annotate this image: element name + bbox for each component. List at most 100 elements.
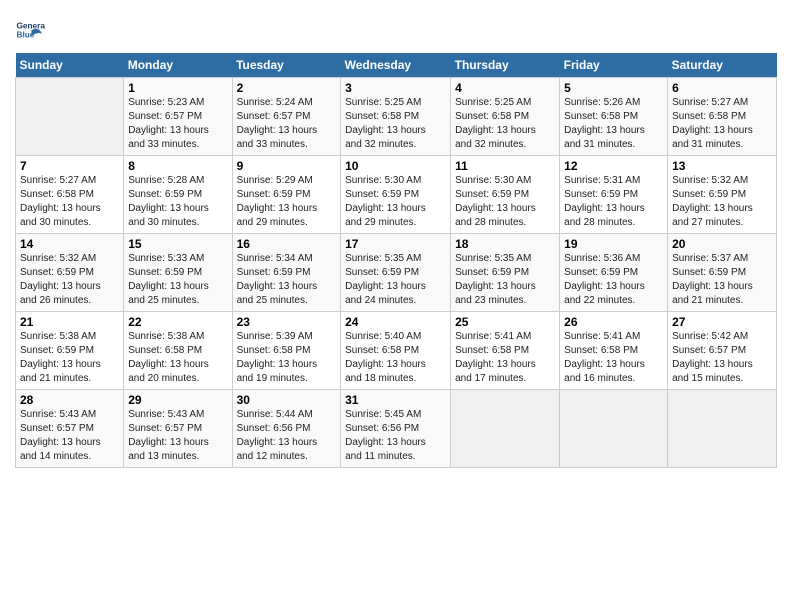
day-number: 23 (237, 315, 337, 329)
day-info: Sunrise: 5:35 AM Sunset: 6:59 PM Dayligh… (345, 253, 426, 306)
day-cell: 24Sunrise: 5:40 AM Sunset: 6:58 PM Dayli… (341, 312, 451, 390)
main-container: General Blue SundayMondayTuesdayWednesda… (0, 0, 792, 478)
day-cell: 5 Sunrise: 5:26 AM Sunset: 6:58 PM Daylig… (560, 78, 668, 156)
svg-text:Blue: Blue (17, 31, 35, 40)
day-cell: 14 Sunrise: 5:32 AM Sunset: 6:59 PM Dayli… (16, 234, 124, 312)
day-number: 5 (564, 81, 663, 95)
day-info: Sunrise: 5:43 AM Sunset: 6:57 PM Dayligh… (20, 409, 101, 462)
day-cell: 9Sunrise: 5:29 AM Sunset: 6:59 PM Daylig… (232, 156, 341, 234)
day-number: 21 (20, 315, 119, 329)
day-cell: 16Sunrise: 5:34 AM Sunset: 6:59 PM Dayli… (232, 234, 341, 312)
day-info: Sunrise: 5:28 AM Sunset: 6:59 PM Dayligh… (128, 175, 209, 228)
day-cell: 2 Sunrise: 5:24 AM Sunset: 6:57 PM Daylig… (232, 78, 341, 156)
day-cell: 15Sunrise: 5:33 AM Sunset: 6:59 PM Dayli… (124, 234, 232, 312)
day-cell: 19Sunrise: 5:36 AM Sunset: 6:59 PM Dayli… (560, 234, 668, 312)
day-info: Sunrise: 5:24 AM Sunset: 6:57 PM Dayligh… (237, 97, 318, 150)
day-number: 16 (237, 237, 337, 251)
day-number: 3 (345, 81, 446, 95)
day-cell: 22Sunrise: 5:38 AM Sunset: 6:58 PM Dayli… (124, 312, 232, 390)
day-cell: 8 Sunrise: 5:28 AM Sunset: 6:59 PM Daylig… (124, 156, 232, 234)
day-cell (451, 390, 560, 468)
header-cell-sunday: Sunday (16, 53, 124, 78)
logo-icon: General Blue (15, 15, 45, 45)
day-number: 4 (455, 81, 555, 95)
day-info: Sunrise: 5:25 AM Sunset: 6:58 PM Dayligh… (345, 97, 426, 150)
day-info: Sunrise: 5:40 AM Sunset: 6:58 PM Dayligh… (345, 331, 426, 384)
day-info: Sunrise: 5:30 AM Sunset: 6:59 PM Dayligh… (345, 175, 426, 228)
svg-text:General: General (17, 22, 46, 31)
day-info: Sunrise: 5:26 AM Sunset: 6:58 PM Dayligh… (564, 97, 645, 150)
day-info: Sunrise: 5:38 AM Sunset: 6:59 PM Dayligh… (20, 331, 101, 384)
day-number: 2 (237, 81, 337, 95)
day-cell: 21 Sunrise: 5:38 AM Sunset: 6:59 PM Dayli… (16, 312, 124, 390)
day-info: Sunrise: 5:32 AM Sunset: 6:59 PM Dayligh… (672, 175, 753, 228)
day-info: Sunrise: 5:45 AM Sunset: 6:56 PM Dayligh… (345, 409, 426, 462)
day-number: 19 (564, 237, 663, 251)
day-info: Sunrise: 5:39 AM Sunset: 6:58 PM Dayligh… (237, 331, 318, 384)
day-number: 18 (455, 237, 555, 251)
day-cell: 12 Sunrise: 5:31 AM Sunset: 6:59 PM Dayli… (560, 156, 668, 234)
day-cell: 30 Sunrise: 5:44 AM Sunset: 6:56 PM Dayli… (232, 390, 341, 468)
day-info: Sunrise: 5:32 AM Sunset: 6:59 PM Dayligh… (20, 253, 101, 306)
day-number: 17 (345, 237, 446, 251)
day-cell (668, 390, 777, 468)
day-info: Sunrise: 5:31 AM Sunset: 6:59 PM Dayligh… (564, 175, 645, 228)
day-info: Sunrise: 5:23 AM Sunset: 6:57 PM Dayligh… (128, 97, 209, 150)
day-info: Sunrise: 5:30 AM Sunset: 6:59 PM Dayligh… (455, 175, 536, 228)
day-number: 6 (672, 81, 772, 95)
day-info: Sunrise: 5:41 AM Sunset: 6:58 PM Dayligh… (564, 331, 645, 384)
day-number: 1 (128, 81, 227, 95)
header: General Blue (15, 10, 777, 45)
calendar-table: SundayMondayTuesdayWednesdayThursdayFrid… (15, 53, 777, 468)
day-cell: 29 Sunrise: 5:43 AM Sunset: 6:57 PM Dayli… (124, 390, 232, 468)
day-number: 31 (345, 393, 446, 407)
week-row: 14 Sunrise: 5:32 AM Sunset: 6:59 PM Dayli… (16, 234, 777, 312)
week-row: 28 Sunrise: 5:43 AM Sunset: 6:57 PM Dayli… (16, 390, 777, 468)
day-number: 30 (237, 393, 337, 407)
day-cell: 28 Sunrise: 5:43 AM Sunset: 6:57 PM Dayli… (16, 390, 124, 468)
day-cell: 4 Sunrise: 5:25 AM Sunset: 6:58 PM Daylig… (451, 78, 560, 156)
day-cell (560, 390, 668, 468)
day-number: 12 (564, 159, 663, 173)
day-info: Sunrise: 5:44 AM Sunset: 6:56 PM Dayligh… (237, 409, 318, 462)
day-number: 13 (672, 159, 772, 173)
logo: General Blue (15, 15, 49, 45)
day-info: Sunrise: 5:25 AM Sunset: 6:58 PM Dayligh… (455, 97, 536, 150)
day-number: 9 (237, 159, 337, 173)
calendar-header: SundayMondayTuesdayWednesdayThursdayFrid… (16, 53, 777, 78)
calendar-body: 1 Sunrise: 5:23 AM Sunset: 6:57 PM Daylig… (16, 78, 777, 468)
day-info: Sunrise: 5:42 AM Sunset: 6:57 PM Dayligh… (672, 331, 753, 384)
header-cell-thursday: Thursday (451, 53, 560, 78)
day-info: Sunrise: 5:35 AM Sunset: 6:59 PM Dayligh… (455, 253, 536, 306)
day-number: 7 (20, 159, 119, 173)
day-number: 27 (672, 315, 772, 329)
day-number: 20 (672, 237, 772, 251)
day-cell (16, 78, 124, 156)
day-cell: 31 Sunrise: 5:45 AM Sunset: 6:56 PM Dayli… (341, 390, 451, 468)
day-cell: 25 Sunrise: 5:41 AM Sunset: 6:58 PM Dayli… (451, 312, 560, 390)
day-number: 26 (564, 315, 663, 329)
day-cell: 1 Sunrise: 5:23 AM Sunset: 6:57 PM Daylig… (124, 78, 232, 156)
header-row: SundayMondayTuesdayWednesdayThursdayFrid… (16, 53, 777, 78)
day-info: Sunrise: 5:41 AM Sunset: 6:58 PM Dayligh… (455, 331, 536, 384)
header-cell-tuesday: Tuesday (232, 53, 341, 78)
week-row: 7Sunrise: 5:27 AM Sunset: 6:58 PM Daylig… (16, 156, 777, 234)
day-cell: 6 Sunrise: 5:27 AM Sunset: 6:58 PM Daylig… (668, 78, 777, 156)
day-cell: 7Sunrise: 5:27 AM Sunset: 6:58 PM Daylig… (16, 156, 124, 234)
header-cell-saturday: Saturday (668, 53, 777, 78)
day-number: 28 (20, 393, 119, 407)
day-info: Sunrise: 5:27 AM Sunset: 6:58 PM Dayligh… (672, 97, 753, 150)
day-number: 29 (128, 393, 227, 407)
day-info: Sunrise: 5:43 AM Sunset: 6:57 PM Dayligh… (128, 409, 209, 462)
day-cell: 27 Sunrise: 5:42 AM Sunset: 6:57 PM Dayli… (668, 312, 777, 390)
day-info: Sunrise: 5:38 AM Sunset: 6:58 PM Dayligh… (128, 331, 209, 384)
header-cell-friday: Friday (560, 53, 668, 78)
day-number: 25 (455, 315, 555, 329)
day-number: 8 (128, 159, 227, 173)
day-cell: 18 Sunrise: 5:35 AM Sunset: 6:59 PM Dayli… (451, 234, 560, 312)
week-row: 1 Sunrise: 5:23 AM Sunset: 6:57 PM Daylig… (16, 78, 777, 156)
day-cell: 26 Sunrise: 5:41 AM Sunset: 6:58 PM Dayli… (560, 312, 668, 390)
day-cell: 10Sunrise: 5:30 AM Sunset: 6:59 PM Dayli… (341, 156, 451, 234)
day-number: 14 (20, 237, 119, 251)
day-cell: 23 Sunrise: 5:39 AM Sunset: 6:58 PM Dayli… (232, 312, 341, 390)
